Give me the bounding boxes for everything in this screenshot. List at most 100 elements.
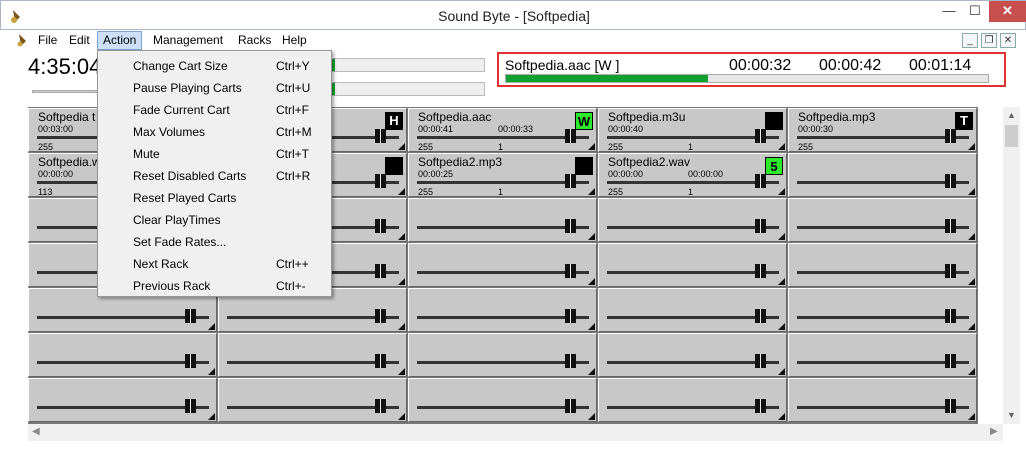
scroll-thumb[interactable] — [1005, 125, 1018, 147]
volume-fader[interactable] — [227, 361, 399, 364]
fader-knob[interactable] — [565, 129, 576, 143]
fader-knob[interactable] — [565, 264, 576, 278]
fader-knob[interactable] — [755, 309, 766, 323]
scroll-down-icon[interactable]: ▼ — [1007, 410, 1016, 420]
action-menu-item[interactable]: Reset Disabled Carts Ctrl+R — [100, 165, 329, 187]
minimize-button[interactable]: — — [936, 1, 962, 22]
volume-fader[interactable] — [417, 181, 589, 184]
horizontal-scrollbar[interactable]: ◀ ▶ — [28, 424, 1003, 441]
fader-knob[interactable] — [375, 309, 386, 323]
menu-edit[interactable]: Edit — [64, 31, 95, 50]
volume-fader[interactable] — [417, 361, 589, 364]
action-menu-item[interactable]: Change Cart Size Ctrl+Y — [100, 55, 329, 77]
volume-fader[interactable] — [417, 316, 589, 319]
fader-knob[interactable] — [755, 174, 766, 188]
volume-fader[interactable] — [417, 406, 589, 409]
volume-fader[interactable] — [607, 361, 779, 364]
volume-fader[interactable] — [607, 226, 779, 229]
fader-knob[interactable] — [565, 219, 576, 233]
cart-slot[interactable] — [788, 378, 977, 422]
fader-knob[interactable] — [565, 399, 576, 413]
fader-knob[interactable] — [755, 399, 766, 413]
maximize-button[interactable]: ☐ — [962, 1, 988, 22]
cart-slot[interactable] — [788, 153, 977, 197]
fader-knob[interactable] — [945, 129, 956, 143]
volume-fader[interactable] — [607, 136, 779, 139]
fader-knob[interactable] — [945, 174, 956, 188]
mdi-minimize-button[interactable]: _ — [962, 33, 978, 48]
volume-fader[interactable] — [417, 271, 589, 274]
menu-file[interactable]: File — [33, 31, 62, 50]
cart-slot[interactable] — [598, 288, 787, 332]
cart-slot[interactable]: Softpedia.mp3 00:00:30 255 T — [788, 108, 977, 152]
mdi-close-button[interactable]: ✕ — [1000, 33, 1016, 48]
cart-slot[interactable] — [598, 243, 787, 287]
volume-fader[interactable] — [797, 361, 969, 364]
fader-knob[interactable] — [185, 399, 196, 413]
menu-help[interactable]: Help — [277, 31, 312, 50]
action-menu-item[interactable]: Fade Current Cart Ctrl+F — [100, 99, 329, 121]
document-icon[interactable] — [16, 33, 30, 47]
volume-fader[interactable] — [417, 136, 589, 139]
action-menu-item[interactable]: Next Rack Ctrl++ — [100, 253, 329, 275]
fader-knob[interactable] — [945, 399, 956, 413]
mdi-restore-button[interactable]: ❐ — [981, 33, 997, 48]
cart-slot[interactable]: Softpedia.aac 00:00:41 00:00:33 255 1 W — [408, 108, 597, 152]
cart-slot[interactable] — [598, 198, 787, 242]
cart-slot[interactable]: Softpedia2.wav 00:00:00 00:00:00 255 1 5 — [598, 153, 787, 197]
cart-slot[interactable] — [408, 378, 597, 422]
volume-fader[interactable] — [797, 181, 969, 184]
cart-slot[interactable] — [408, 243, 597, 287]
cart-slot[interactable] — [788, 288, 977, 332]
action-menu-item[interactable]: Reset Played Carts — [100, 187, 329, 209]
fader-knob[interactable] — [375, 354, 386, 368]
volume-fader[interactable] — [797, 226, 969, 229]
fader-knob[interactable] — [945, 354, 956, 368]
fader-knob[interactable] — [375, 129, 386, 143]
cart-slot[interactable] — [28, 333, 217, 377]
menu-racks[interactable]: Racks — [233, 31, 276, 50]
volume-fader[interactable] — [607, 316, 779, 319]
fader-knob[interactable] — [565, 309, 576, 323]
cart-slot[interactable] — [218, 378, 407, 422]
fader-knob[interactable] — [185, 354, 196, 368]
cart-slot[interactable] — [28, 378, 217, 422]
close-button[interactable]: ✕ — [989, 1, 1026, 22]
cart-slot[interactable] — [408, 198, 597, 242]
fader-knob[interactable] — [565, 354, 576, 368]
fader-knob[interactable] — [565, 174, 576, 188]
volume-fader[interactable] — [227, 406, 399, 409]
vertical-scrollbar[interactable]: ▲ ▼ — [1003, 107, 1020, 424]
volume-fader[interactable] — [37, 406, 209, 409]
cart-slot[interactable] — [598, 378, 787, 422]
fader-knob[interactable] — [945, 219, 956, 233]
fader-knob[interactable] — [755, 354, 766, 368]
fader-knob[interactable] — [945, 309, 956, 323]
volume-fader[interactable] — [607, 406, 779, 409]
cart-slot[interactable] — [218, 333, 407, 377]
cart-slot[interactable] — [598, 333, 787, 377]
volume-fader[interactable] — [797, 136, 969, 139]
action-menu-item[interactable]: Max Volumes Ctrl+M — [100, 121, 329, 143]
volume-fader[interactable] — [797, 316, 969, 319]
cart-slot[interactable]: Softpedia.m3u 00:00:40 255 1 — [598, 108, 787, 152]
fader-knob[interactable] — [185, 309, 196, 323]
cart-slot[interactable] — [788, 198, 977, 242]
volume-fader[interactable] — [797, 406, 969, 409]
volume-fader[interactable] — [227, 316, 399, 319]
action-menu-item[interactable]: Mute Ctrl+T — [100, 143, 329, 165]
menu-action[interactable]: Action — [97, 31, 143, 50]
volume-fader[interactable] — [607, 181, 779, 184]
volume-fader[interactable] — [37, 316, 209, 319]
volume-fader[interactable] — [607, 271, 779, 274]
cart-slot[interactable] — [408, 288, 597, 332]
fader-knob[interactable] — [375, 264, 386, 278]
fader-knob[interactable] — [375, 219, 386, 233]
fader-knob[interactable] — [375, 399, 386, 413]
scroll-right-icon[interactable]: ▶ — [990, 426, 998, 437]
fader-knob[interactable] — [945, 264, 956, 278]
cart-slot[interactable] — [408, 333, 597, 377]
volume-fader[interactable] — [417, 226, 589, 229]
scroll-up-icon[interactable]: ▲ — [1007, 110, 1016, 120]
fader-knob[interactable] — [755, 264, 766, 278]
